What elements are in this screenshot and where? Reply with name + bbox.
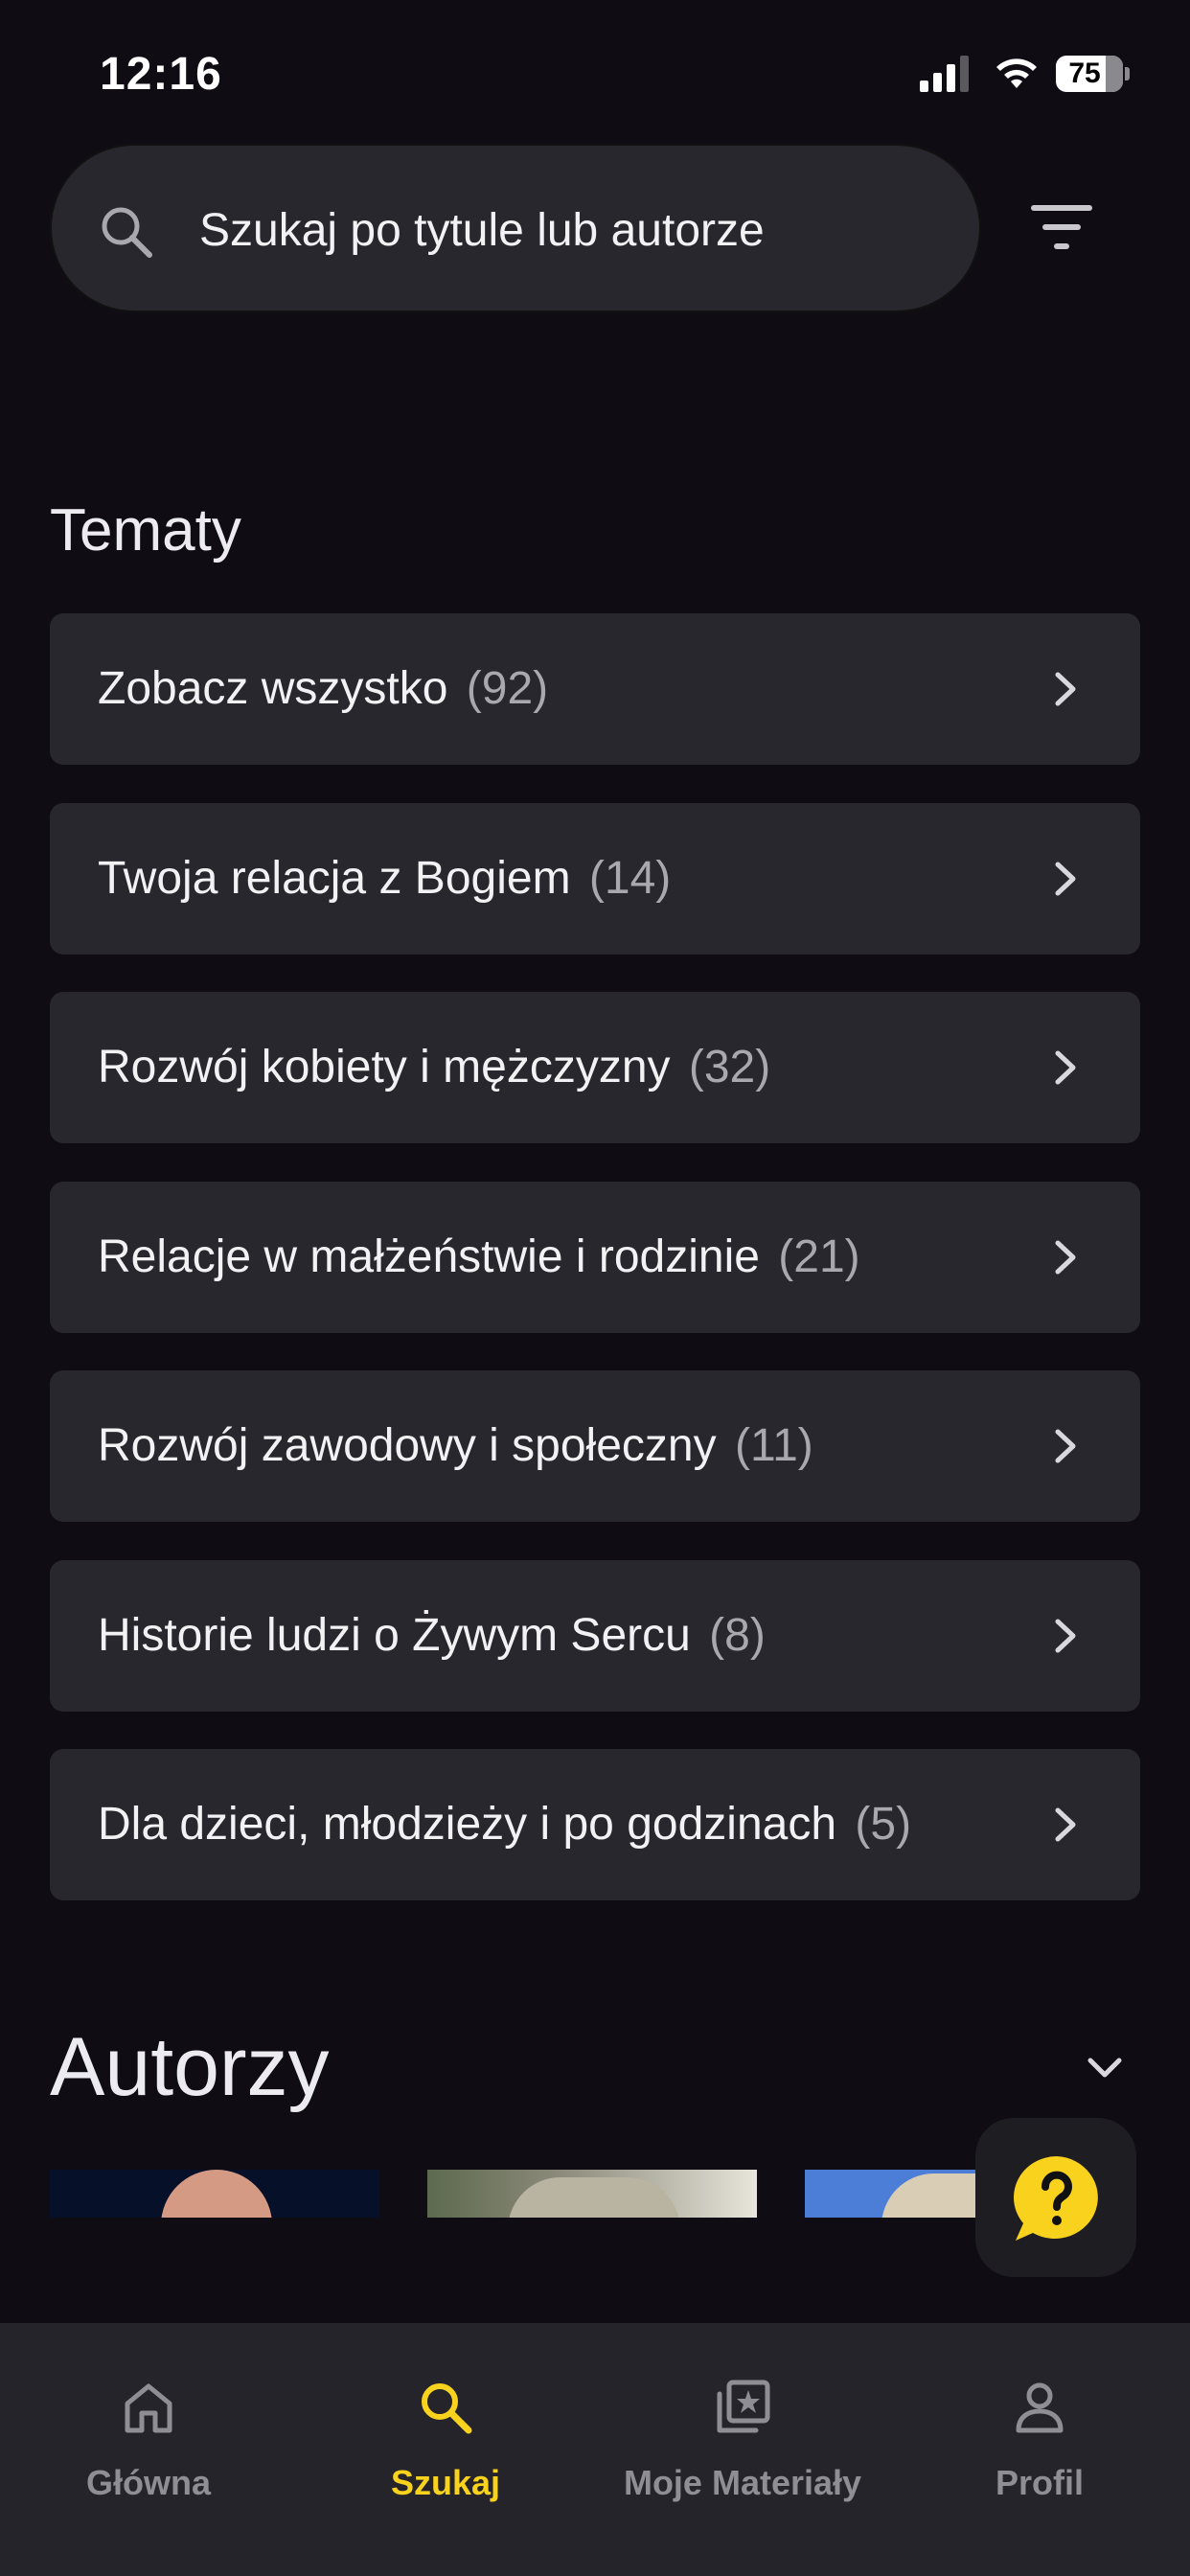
- nav-item-search[interactable]: Szukaj: [297, 2323, 594, 2576]
- status-time: 12:16: [100, 49, 222, 100]
- topic-name: Historie ludzi o Żywym Sercu: [98, 1609, 691, 1661]
- help-chat-icon: [1014, 2156, 1098, 2241]
- topic-label: Twoja relacja z Bogiem (14): [98, 803, 671, 954]
- search-screen: 12:16 75 Tematy: [0, 0, 1190, 2576]
- topic-count: (32): [688, 1042, 771, 1092]
- topic-item[interactable]: Dla dzieci, młodzieży i po godzinach (5): [50, 1749, 1140, 1900]
- wifi-icon: [996, 58, 1037, 88]
- author-photo[interactable]: [50, 2170, 379, 2218]
- nav-label-profile: Profil: [995, 2463, 1084, 2502]
- author-head: [161, 2170, 272, 2218]
- nav-label-home: Główna: [85, 2463, 211, 2502]
- battery-percentage: 75: [1068, 58, 1101, 89]
- topic-name: Rozwój zawodowy i społeczny: [98, 1420, 717, 1471]
- battery-cap: [1125, 67, 1130, 80]
- home-icon: [125, 2383, 172, 2433]
- nav-item-materials[interactable]: Moje Materiały: [594, 2323, 891, 2576]
- topic-count: (21): [778, 1230, 860, 1282]
- topic-label: Rozwój kobiety i mężczyzny (32): [98, 992, 770, 1143]
- topic-label: Historie ludzi o Żywym Sercu (8): [98, 1560, 766, 1712]
- bottom-navigation: Główna Szukaj Moje Materiały Profil: [0, 2323, 1190, 2576]
- battery-icon: 75: [1056, 56, 1130, 92]
- topic-count: (8): [709, 1609, 766, 1661]
- nav-item-profile[interactable]: Profil: [891, 2323, 1188, 2576]
- search-input[interactable]: [199, 184, 947, 276]
- nav-label-materials: Moje Materiały: [623, 2463, 862, 2502]
- filter-icon[interactable]: [1025, 199, 1098, 257]
- help-button[interactable]: [975, 2118, 1136, 2277]
- profile-icon: [1016, 2382, 1064, 2433]
- chevron-right-icon: [1055, 672, 1076, 706]
- topic-count: (11): [734, 1420, 813, 1471]
- chevron-right-icon: [1055, 1619, 1076, 1652]
- topic-count: (92): [466, 663, 549, 714]
- topic-item[interactable]: Relacje w małżeństwie i rodzinie (21): [50, 1181, 1140, 1333]
- chevron-right-icon: [1055, 1807, 1076, 1842]
- topic-label: Zobacz wszystko (92): [98, 613, 548, 765]
- search-bar[interactable]: [50, 144, 981, 312]
- search-icon: [422, 2383, 472, 2434]
- topic-item[interactable]: Zobacz wszystko (92): [50, 613, 1140, 765]
- topic-item[interactable]: Twoja relacja z Bogiem (14): [50, 802, 1140, 954]
- topic-count: (5): [855, 1799, 912, 1850]
- materials-icon: [717, 2380, 770, 2433]
- topic-count: (14): [588, 852, 672, 904]
- chevron-down-icon[interactable]: [1083, 2045, 1127, 2089]
- topic-item[interactable]: Rozwój kobiety i mężczyzny (32): [50, 992, 1140, 1143]
- topic-list: Zobacz wszystko (92) Twoja relacja z Bog…: [50, 613, 1140, 1939]
- author-photo[interactable]: [427, 2170, 757, 2218]
- topic-item[interactable]: Rozwój zawodowy i społeczny (11): [50, 1370, 1140, 1522]
- author-head: [508, 2177, 680, 2218]
- search-icon: [102, 207, 152, 258]
- topics-title: Tematy: [50, 497, 241, 564]
- topic-name: Rozwój kobiety i mężczyzny: [98, 1042, 671, 1092]
- topic-name: Relacje w małżeństwie i rodzinie: [98, 1230, 760, 1282]
- topic-name: Dla dzieci, młodzieży i po godzinach: [98, 1799, 837, 1850]
- chevron-right-icon: [1055, 1050, 1076, 1085]
- status-bar: 12:16 75: [0, 0, 1190, 144]
- authors-title: Autorzy: [50, 2021, 330, 2113]
- topic-name: Twoja relacja z Bogiem: [98, 852, 571, 904]
- topic-label: Rozwój zawodowy i społeczny (11): [98, 1370, 813, 1522]
- topic-label: Relacje w małżeństwie i rodzinie (21): [98, 1182, 860, 1333]
- nav-label-search: Szukaj: [390, 2463, 501, 2502]
- chevron-right-icon: [1055, 862, 1076, 895]
- chevron-right-icon: [1055, 1240, 1076, 1274]
- cellular-signal-icon: [920, 56, 969, 92]
- nav-item-home[interactable]: Główna: [0, 2323, 297, 2576]
- topic-label: Dla dzieci, młodzieży i po godzinach (5): [98, 1749, 911, 1900]
- topic-name: Zobacz wszystko: [98, 663, 448, 714]
- topic-item[interactable]: Historie ludzi o Żywym Sercu (8): [50, 1559, 1140, 1712]
- chevron-right-icon: [1055, 1429, 1076, 1463]
